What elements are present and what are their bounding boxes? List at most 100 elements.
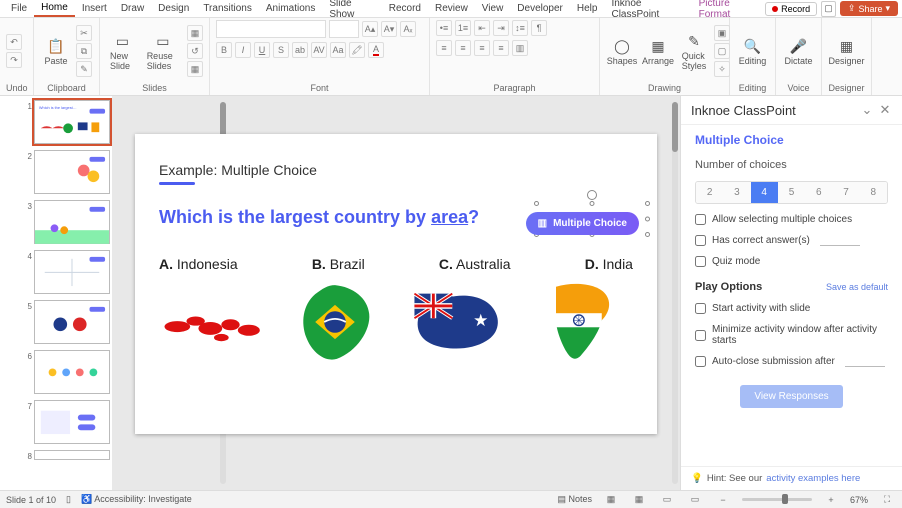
decrease-font-button[interactable]: A▾ — [381, 21, 397, 37]
tab-developer[interactable]: Developer — [510, 1, 570, 16]
view-reading-button[interactable]: ▭ — [658, 493, 676, 507]
new-slide-button[interactable]: ▭New Slide — [106, 29, 139, 73]
tab-home[interactable]: Home — [34, 0, 75, 17]
chk-auto-close-box[interactable] — [695, 356, 706, 367]
linespacing-button[interactable]: ↕≡ — [512, 20, 528, 36]
reset-button[interactable]: ↺ — [187, 43, 203, 59]
italic-button[interactable]: I — [235, 42, 251, 58]
font-size-select[interactable] — [329, 20, 359, 38]
chk-auto-close[interactable]: Auto-close submission after — [695, 356, 888, 367]
zoom-in-button[interactable]: + — [822, 493, 840, 507]
view-sorter-button[interactable]: ▦ — [630, 493, 648, 507]
paste-button[interactable]: 📋Paste — [40, 34, 72, 68]
shape-outline-button[interactable]: ▢ — [714, 43, 730, 59]
view-slideshow-button[interactable]: ▭ — [686, 493, 704, 507]
reuse-slides-button[interactable]: ▭Reuse Slides — [143, 29, 183, 73]
font-family-select[interactable] — [216, 20, 326, 38]
copy-button[interactable]: ⧉ — [76, 43, 92, 59]
tab-animations[interactable]: Animations — [259, 1, 322, 16]
section-button[interactable]: ▦ — [187, 61, 203, 77]
zoom-out-button[interactable]: − — [714, 493, 732, 507]
changecase-button[interactable]: Aa — [330, 42, 346, 58]
view-normal-button[interactable]: ▦ — [602, 493, 620, 507]
chk-minimize-window-box[interactable] — [695, 330, 706, 341]
view-responses-button[interactable]: View Responses — [740, 385, 842, 408]
chk-start-with-slide[interactable]: Start activity with slide — [695, 303, 888, 314]
thumb-5[interactable] — [34, 300, 110, 344]
chk-correct-answers-box[interactable] — [695, 235, 706, 246]
shape-effects-button[interactable]: ✧ — [714, 61, 730, 77]
correct-answers-field[interactable] — [820, 236, 860, 246]
panel-collapse-button[interactable]: ⌄ — [860, 102, 874, 118]
charspacing-button[interactable]: AV — [311, 42, 327, 58]
choice-8[interactable]: 8 — [860, 182, 887, 203]
tab-draw[interactable]: Draw — [114, 1, 151, 16]
clear-format-button[interactable]: Aₓ — [400, 21, 416, 37]
layout-button[interactable]: ▦ — [187, 25, 203, 41]
numbering-button[interactable]: 1≡ — [455, 20, 471, 36]
underline-button[interactable]: U — [254, 42, 270, 58]
fit-window-button[interactable]: ⛶ — [878, 493, 896, 507]
editing-button[interactable]: 🔍Editing — [736, 34, 769, 68]
quickstyles-button[interactable]: ✎Quick Styles — [678, 29, 710, 73]
chk-start-with-slide-box[interactable] — [695, 303, 706, 314]
choice-7[interactable]: 7 — [832, 182, 859, 203]
canvas-scrollbar[interactable] — [672, 102, 678, 484]
tab-file[interactable]: File — [4, 1, 34, 16]
status-accessibility[interactable]: ♿ Accessibility: Investigate — [81, 494, 192, 505]
undo-button[interactable]: ↶ — [6, 34, 22, 50]
panel-close-button[interactable]: ✕ — [878, 102, 892, 118]
tab-insert[interactable]: Insert — [75, 1, 114, 16]
arrange-button[interactable]: ▦Arrange — [642, 34, 674, 68]
tab-view[interactable]: View — [475, 1, 511, 16]
hint-link[interactable]: activity examples here — [766, 473, 860, 484]
shadow-button[interactable]: ab — [292, 42, 308, 58]
zoom-slider[interactable] — [742, 498, 812, 501]
chk-quiz-mode[interactable]: Quiz mode — [695, 256, 888, 267]
strike-button[interactable]: S — [273, 42, 289, 58]
chk-allow-multiple-box[interactable] — [695, 214, 706, 225]
cut-button[interactable]: ✂ — [76, 25, 92, 41]
redo-button[interactable]: ↷ — [6, 52, 22, 68]
highlight-button[interactable]: 🖍 — [349, 42, 365, 58]
choice-6[interactable]: 6 — [805, 182, 832, 203]
chk-quiz-mode-box[interactable] — [695, 256, 706, 267]
rotate-handle[interactable] — [587, 190, 597, 200]
shape-fill-button[interactable]: ▣ — [714, 25, 730, 41]
tab-review[interactable]: Review — [428, 1, 475, 16]
chk-minimize-window[interactable]: Minimize activity window after activity … — [695, 324, 888, 346]
chk-correct-answers[interactable]: Has correct answer(s) — [695, 235, 888, 246]
bold-button[interactable]: B — [216, 42, 232, 58]
choice-2[interactable]: 2 — [696, 182, 723, 203]
notes-button[interactable]: ▤ Notes — [557, 494, 592, 505]
indent-dec-button[interactable]: ⇤ — [474, 20, 490, 36]
thumb-6[interactable] — [34, 350, 110, 394]
status-lang-icon[interactable]: ▯ — [66, 494, 71, 505]
align-center-button[interactable]: ≡ — [455, 40, 471, 56]
thumb-8[interactable] — [34, 450, 110, 460]
multiple-choice-object[interactable]: ▥ Multiple Choice — [526, 212, 639, 235]
present-mode-button[interactable]: ▢ — [821, 1, 836, 17]
thumb-3[interactable] — [34, 200, 110, 244]
tab-record[interactable]: Record — [382, 1, 428, 16]
increase-font-button[interactable]: A▴ — [362, 21, 378, 37]
align-right-button[interactable]: ≡ — [474, 40, 490, 56]
tab-help[interactable]: Help — [570, 1, 605, 16]
save-default-link[interactable]: Save as default — [826, 282, 888, 292]
thumb-7[interactable] — [34, 400, 110, 444]
designer-button[interactable]: ▦Designer — [828, 34, 865, 68]
choice-4[interactable]: 4 — [751, 182, 778, 203]
columns-button[interactable]: ▥ — [512, 40, 528, 56]
thumb-4[interactable] — [34, 250, 110, 294]
share-button[interactable]: ⇪Share▾ — [840, 1, 898, 16]
chk-allow-multiple[interactable]: Allow selecting multiple choices — [695, 214, 888, 225]
slide-content[interactable]: Example: Multiple Choice Which is the la… — [135, 134, 657, 434]
indent-inc-button[interactable]: ⇥ — [493, 20, 509, 36]
auto-close-time-field[interactable] — [845, 357, 885, 367]
choice-3[interactable]: 3 — [723, 182, 750, 203]
align-justify-button[interactable]: ≡ — [493, 40, 509, 56]
format-painter-button[interactable]: ✎ — [76, 61, 92, 77]
shapes-button[interactable]: ◯Shapes — [606, 34, 638, 68]
record-button[interactable]: Record — [765, 2, 817, 16]
tab-design[interactable]: Design — [151, 1, 196, 16]
